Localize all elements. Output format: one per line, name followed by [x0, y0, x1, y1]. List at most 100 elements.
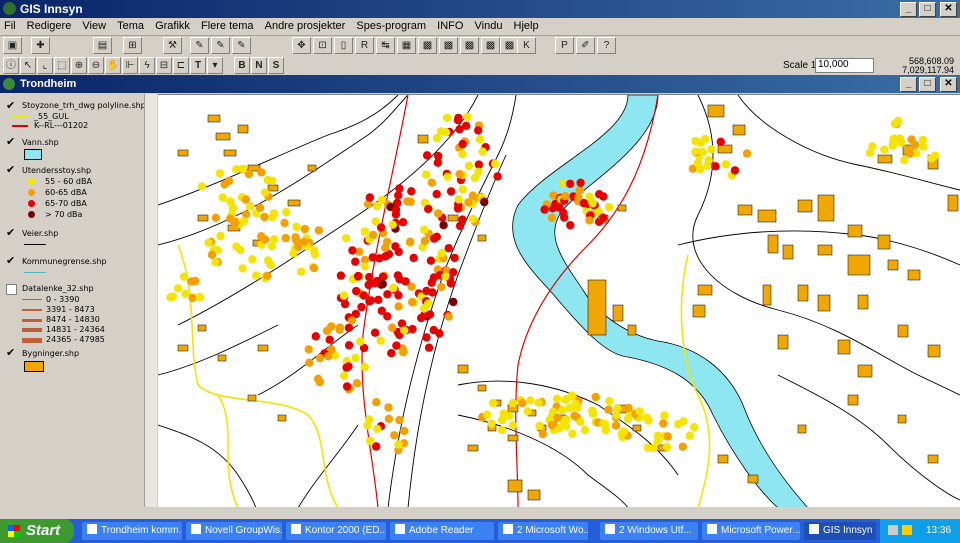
gis-icon	[809, 524, 819, 534]
task-groupwise[interactable]: Novell GroupWis...	[186, 522, 282, 540]
hand-icon[interactable]: ✋	[105, 57, 121, 74]
task-adobe-reader[interactable]: Adobe Reader	[390, 522, 494, 540]
noise-point	[280, 218, 289, 228]
route-icon[interactable]: ↹	[376, 37, 395, 54]
task-explorer[interactable]: 2 Windows Utf...	[600, 522, 698, 540]
menu-spes-program[interactable]: Spes-program	[352, 18, 430, 32]
pointer-icon[interactable]: ↖	[20, 57, 36, 74]
b-button[interactable]: B	[234, 57, 250, 74]
menu-andre-prosjekter[interactable]: Andre prosjekter	[261, 18, 350, 32]
task-trondheim[interactable]: Trondheim komm...	[82, 522, 182, 540]
vertex-icon[interactable]: ⌞	[37, 57, 53, 74]
doc-minimize-button[interactable]: _	[900, 77, 917, 92]
legend-scrollbar[interactable]	[144, 94, 157, 507]
dropdown-icon[interactable]: ▾	[207, 57, 223, 74]
layout-icon[interactable]: ▯	[334, 37, 353, 54]
info-icon[interactable]: ⓘ	[3, 57, 19, 74]
pan-icon[interactable]: ✥	[292, 37, 311, 54]
p-button[interactable]: P	[555, 37, 574, 54]
map-canvas[interactable]	[158, 95, 960, 508]
doc-close-button[interactable]: ✕	[940, 77, 957, 92]
layer-checkbox-stoyzone[interactable]: ✔	[6, 101, 17, 112]
zoom-in-icon[interactable]: ⊕	[71, 57, 87, 74]
menu-grafikk[interactable]: Grafikk	[151, 18, 194, 32]
table-icon[interactable]: ▦	[397, 37, 416, 54]
measure-icon[interactable]: ⊩	[122, 57, 138, 74]
menu-flere-tema[interactable]: Flere tema	[197, 18, 258, 32]
task-word[interactable]: 2 Microsoft Wo...	[498, 522, 588, 540]
start-button[interactable]: Start	[0, 519, 74, 543]
task-kontor[interactable]: Kontor 2000 (ED...	[286, 522, 386, 540]
close-button[interactable]: ✕	[940, 2, 957, 17]
layer-checkbox-vann[interactable]: ✔	[6, 137, 17, 148]
edit-table-icon[interactable]: ✎	[190, 37, 209, 54]
menu-hjelp[interactable]: Hjelp	[510, 18, 543, 32]
menu-info[interactable]: INFO	[433, 18, 467, 32]
noise-point	[588, 199, 597, 208]
noise-point	[370, 328, 380, 337]
layer-checkbox-bygninger[interactable]: ✔	[6, 348, 17, 359]
noise-point	[591, 392, 600, 402]
layer-name-bygninger[interactable]: Bygninger.shp	[22, 349, 79, 358]
area-icon[interactable]: ⊟	[156, 57, 172, 74]
edit-table3-icon[interactable]: ✎	[232, 37, 251, 54]
k-button[interactable]: K	[517, 37, 536, 54]
tool-icon-a[interactable]: ▩	[418, 37, 437, 54]
doc-maximize-button[interactable]: □	[919, 77, 936, 92]
powerpoint-icon	[707, 524, 717, 534]
edit-table2-icon[interactable]: ✎	[211, 37, 230, 54]
noise-point	[678, 442, 687, 451]
map-view[interactable]	[158, 94, 960, 508]
layer-name-stoyzone[interactable]: Stoyzone_trh_dwg polyline.shp	[22, 101, 146, 110]
zoom-out-icon[interactable]: ⊖	[88, 57, 104, 74]
brush-icon[interactable]: ✐	[576, 37, 595, 54]
task-powerpoint[interactable]: Microsoft Power...	[702, 522, 800, 540]
tool-icon-b[interactable]: ▩	[439, 37, 458, 54]
menu-view[interactable]: View	[78, 18, 110, 32]
app-title: GIS Innsyn	[20, 2, 83, 16]
menu-fil[interactable]: Fil	[0, 18, 20, 32]
layer-name-utendersstoy[interactable]: Utendersstoy.shp	[22, 166, 91, 175]
help-cursor-icon[interactable]: ?	[597, 37, 616, 54]
scale-input[interactable]: 10,000	[815, 58, 874, 73]
tool-icon-d[interactable]: ▩	[481, 37, 500, 54]
noise-point	[365, 272, 374, 282]
legend-swatch	[22, 338, 42, 343]
lightning-icon[interactable]: ϟ	[139, 57, 155, 74]
select-box-icon[interactable]: ⬚	[54, 57, 70, 74]
r-button[interactable]: R	[355, 37, 374, 54]
s-button[interactable]: S	[268, 57, 284, 74]
layer-checkbox-utendersstoy[interactable]: ✔	[6, 165, 17, 176]
hammer-icon[interactable]: ⚒	[163, 37, 182, 54]
noise-point	[468, 214, 477, 224]
minimize-button[interactable]: _	[900, 2, 917, 17]
tool-icon-c[interactable]: ▩	[460, 37, 479, 54]
noise-point	[257, 168, 266, 177]
zoom-full-icon[interactable]: ⊡	[313, 37, 332, 54]
layer-name-veier[interactable]: Veier.shp	[22, 229, 58, 238]
label-icon[interactable]: ⊏	[173, 57, 189, 74]
noise-point	[565, 179, 575, 188]
layer-name-vann[interactable]: Vann.shp	[22, 138, 59, 147]
noise-point	[487, 419, 496, 428]
binoculars-icon[interactable]: ⊞	[123, 37, 142, 54]
add-theme-icon[interactable]: ✚	[31, 37, 50, 54]
menu-vindu[interactable]: Vindu	[471, 18, 507, 32]
noise-point	[424, 343, 434, 352]
print-icon[interactable]: ▤	[93, 37, 112, 54]
menu-redigere[interactable]: Redigere	[23, 18, 76, 32]
layer-checkbox-kommunegrense[interactable]: ✔	[6, 256, 17, 267]
noise-point	[685, 431, 694, 440]
text-tool-button[interactable]: T	[190, 57, 206, 74]
maximize-button[interactable]: □	[919, 2, 936, 17]
layer-name-kommunegrense[interactable]: Kommunegrense.shp	[22, 257, 107, 266]
layer-checkbox-datalenke[interactable]	[6, 284, 17, 295]
scale-label: Scale 1:	[783, 60, 820, 71]
layer-name-datalenke[interactable]: Datalenke_32.shp	[22, 284, 94, 293]
n-button[interactable]: N	[251, 57, 267, 74]
save-icon[interactable]: ▣	[3, 37, 22, 54]
menu-tema[interactable]: Tema	[113, 18, 148, 32]
toolbar-main: ▣ ✚ ▤ ⊞ ⚒ ✎ ✎ ✎ ✥ ⊡ ▯ R ↹ ▦ ▩ ▩ ▩ ▩ ▩ K …	[0, 36, 960, 56]
task-gis-innsyn[interactable]: GIS Innsyn	[804, 522, 876, 540]
layer-checkbox-veier[interactable]: ✔	[6, 228, 17, 239]
